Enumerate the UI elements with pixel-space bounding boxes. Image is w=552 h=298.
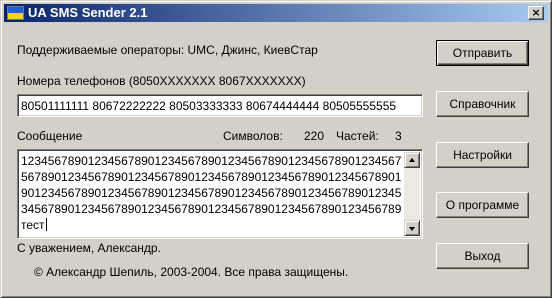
- arrow-down-icon: [409, 227, 415, 231]
- parts-count: 3: [395, 129, 402, 143]
- copyright-text: © Александр Шепиль, 2003-2004. Все права…: [34, 265, 349, 279]
- title-bar[interactable]: UA SMS Sender 2.1 ×: [4, 4, 548, 22]
- message-line: тест: [21, 218, 45, 232]
- message-text: 1234567890123456789012345678901234567890…: [21, 153, 401, 235]
- parts-label: Частей:: [336, 129, 379, 143]
- message-line: 9012345678901234567890123456789012345678…: [21, 186, 401, 200]
- about-button[interactable]: О программе: [436, 192, 529, 218]
- chars-label: Символов:: [223, 129, 283, 143]
- ukraine-flag-icon: [7, 6, 24, 20]
- phone-numbers-label: Номера телефонов (8050XXXXXXX 8067XXXXXX…: [17, 74, 306, 88]
- phone-numbers-value: 80501111111 80672222222 80503333333 8067…: [21, 99, 397, 113]
- scroll-down-button[interactable]: [404, 220, 420, 236]
- settings-button[interactable]: Настройки: [436, 142, 529, 168]
- message-line: 1234567890123456789012345678901234567890…: [21, 154, 401, 168]
- supported-operators-label: Поддерживаемые операторы: UMC, Джинс, Ки…: [17, 43, 318, 57]
- send-button[interactable]: Отправить: [436, 40, 529, 66]
- chars-count: 220: [304, 129, 325, 143]
- message-textarea[interactable]: 1234567890123456789012345678901234567890…: [17, 149, 423, 239]
- exit-button[interactable]: Выход: [436, 243, 529, 269]
- scroll-up-button[interactable]: [404, 152, 420, 168]
- message-scrollbar[interactable]: [404, 152, 420, 236]
- text-caret: [45, 218, 47, 231]
- message-line: 3456789012345678901234567890123456789012…: [21, 202, 401, 216]
- arrow-up-icon: [409, 158, 415, 162]
- message-label: Сообщение: [17, 129, 83, 143]
- signature-text: С уважением, Александр.: [17, 241, 161, 255]
- phone-numbers-input[interactable]: 80501111111 80672222222 80503333333 8067…: [17, 94, 423, 117]
- app-window: UA SMS Sender 2.1 × Поддерживаемые опера…: [0, 0, 552, 298]
- message-line: 5678901234567890123456789012345678901234…: [21, 170, 401, 184]
- close-button[interactable]: ×: [528, 6, 544, 20]
- window-title: UA SMS Sender 2.1: [28, 5, 148, 20]
- directory-button[interactable]: Справочник: [436, 91, 529, 117]
